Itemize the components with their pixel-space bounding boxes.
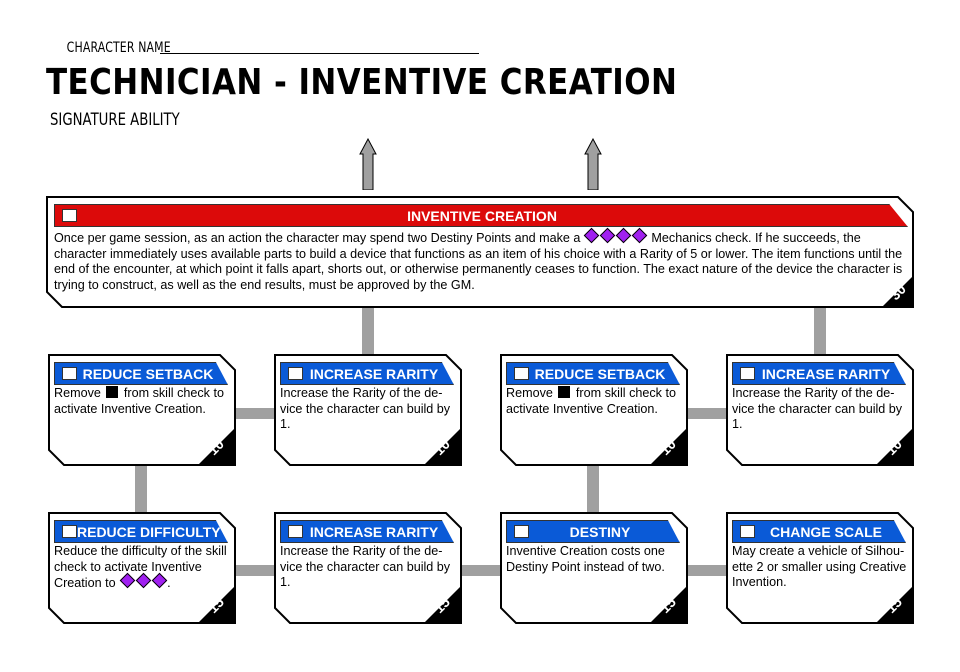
upgrade-description: Inventive Creation costs one Destiny Poi… [506,544,665,574]
upgrade-name: INCREASE RARITY [761,365,891,382]
upgrade-card: REDUCE SETBACK Remove from skill check t… [48,354,236,466]
purchased-checkbox[interactable] [288,525,303,538]
main-ability-name: INVENTIVE CREATION [407,207,557,224]
connector [587,464,599,514]
purchased-checkbox[interactable] [514,367,529,380]
page-subtitle: SIGNATURE ABILITY [50,110,180,130]
connector [460,565,502,576]
upgrade-name: REDUCE SETBACK [534,365,666,382]
upgrade-name: INCREASE RARITY [309,365,439,382]
main-ability-card: INVENTIVE CREATION Once per game session… [46,196,914,308]
upgrade-name: REDUCE DIFFICULTY [77,523,221,540]
upgrade-header: REDUCE SETBACK [54,362,228,385]
upgrade-header: REDUCE SETBACK [506,362,680,385]
connector [362,306,374,356]
purchased-checkbox[interactable] [62,525,77,538]
upgrade-name: INCREASE RARITY [309,523,439,540]
connector [686,408,728,419]
upgrade-name: CHANGE SCALE [769,523,882,540]
main-ability-description: Once per game session, as an action the … [54,227,910,293]
upgrade-name: DESTINY [569,523,631,540]
connector [686,565,728,576]
setback-die-icon [106,386,119,398]
connector [234,408,276,419]
upgrade-header: REDUCE DIFFICULTY [54,520,228,543]
up-arrow-icon [359,138,377,190]
upgrade-description: Reduce the difficulty of the skill check… [54,544,227,590]
purchased-checkbox[interactable] [62,209,77,222]
purchased-checkbox[interactable] [288,367,303,380]
upgrade-description: Increase the Rarity of the de-vice the c… [280,544,451,589]
upgrade-description: Remove from skill check to activate Inve… [506,386,676,416]
upgrade-card: INCREASE RARITY Increase the Rarity of t… [274,354,462,466]
upgrade-card: REDUCE DIFFICULTY Reduce the difficulty … [48,512,236,624]
setback-die-icon [558,386,571,398]
connector [814,306,826,356]
upgrade-card: CHANGE SCALE May create a vehicle of Sil… [726,512,914,624]
upgrade-description: Increase the Rarity of the de-vice the c… [280,386,451,431]
character-name-field[interactable] [160,53,479,54]
upgrade-header: INCREASE RARITY [280,362,454,385]
purchased-checkbox[interactable] [740,367,755,380]
upgrade-name: REDUCE SETBACK [82,365,214,382]
character-name-label: CHARACTER NAME [66,40,171,56]
upgrade-description: Increase the Rarity of the de-vice the c… [732,386,903,431]
page-title: TECHNICIAN - INVENTIVE CREATION [46,62,678,103]
upgrade-header: DESTINY [506,520,680,543]
difficulty-dice-icon [584,227,648,245]
purchased-checkbox[interactable] [62,367,77,380]
upgrade-description: May create a vehicle of Silhou-ette 2 or… [732,544,907,589]
main-ability-header: INVENTIVE CREATION [54,204,908,227]
connector [135,464,147,514]
upgrade-header: CHANGE SCALE [732,520,906,543]
upgrade-header: INCREASE RARITY [280,520,454,543]
upgrade-description: Remove from skill check to activate Inve… [54,386,224,416]
upgrade-card: DESTINY Inventive Creation costs one Des… [500,512,688,624]
upgrade-card: INCREASE RARITY Increase the Rarity of t… [274,512,462,624]
difficulty-dice-icon [119,572,167,590]
up-arrow-icon [584,138,602,190]
purchased-checkbox[interactable] [740,525,755,538]
upgrade-card: INCREASE RARITY Increase the Rarity of t… [726,354,914,466]
purchased-checkbox[interactable] [514,525,529,538]
connector [234,565,276,576]
upgrade-card: REDUCE SETBACK Remove from skill check t… [500,354,688,466]
upgrade-header: INCREASE RARITY [732,362,906,385]
